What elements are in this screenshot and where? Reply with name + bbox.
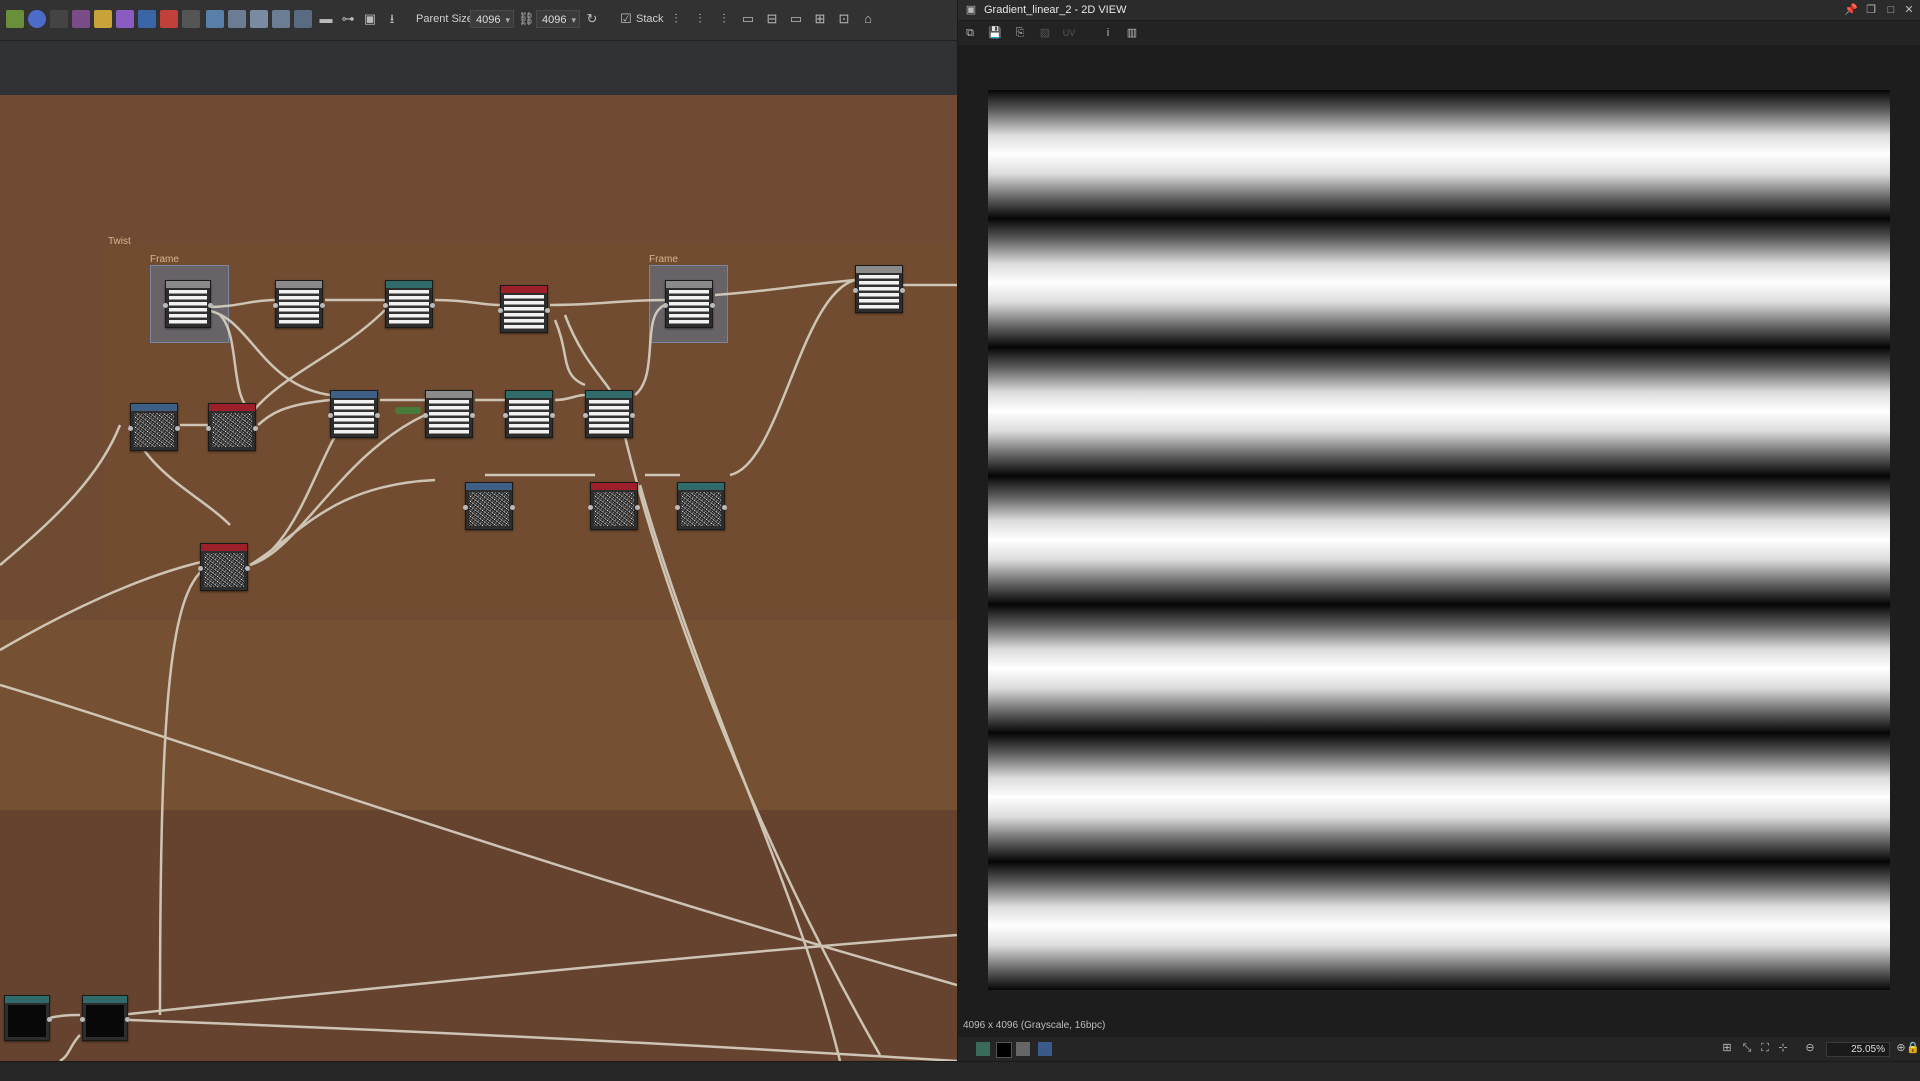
node-noise-blue[interactable] [128, 403, 180, 451]
align-top-icon[interactable]: ⫶ [668, 11, 684, 27]
graph-toolbar: ▬ ⊶ ▣ ⭳ Parent Size: 4096 ⛓ 4096 ↻ ☑ Sta… [0, 0, 957, 41]
view-title: Gradient_linear_2 - 2D VIEW [984, 4, 1127, 16]
node-bottom-dark-1[interactable] [4, 995, 52, 1041]
node-noise-red-3[interactable] [198, 543, 250, 591]
node-noise-blue-2[interactable] [463, 482, 515, 530]
align-center-icon[interactable]: ⫶ [692, 11, 708, 27]
node-blend-3[interactable] [423, 390, 475, 438]
texture-info: 4096 x 4096 (Grayscale, 16bpc) [963, 1020, 1106, 1031]
node-noise-red[interactable] [206, 403, 258, 451]
layers-icon[interactable] [976, 1042, 990, 1056]
node-warp-2[interactable] [503, 390, 555, 438]
pin-window-icon[interactable]: 📌 [1844, 3, 1858, 17]
copy-icon[interactable]: ⎘ [1013, 26, 1027, 40]
view-statusbar: ⊞ ⤡ ⛶ ⊹ ⊖ 25.05% ⊕ 🔒 [958, 1037, 1920, 1061]
text-icon[interactable] [116, 10, 134, 28]
zoom-field[interactable]: 25.05% [1826, 1042, 1890, 1057]
view-canvas[interactable] [958, 45, 1920, 1020]
tile-icon[interactable]: ⤡ [1740, 1041, 1754, 1055]
distribute-v-icon[interactable]: ▭ [788, 11, 804, 27]
size-value: 4096 [542, 14, 567, 26]
node-transform-blue[interactable] [328, 390, 380, 438]
arrange-icon[interactable]: ⊡ [836, 11, 852, 27]
2d-view-pane: ▣ Gradient_linear_2 - 2D VIEW 📌 ❐ □ ✕ ⧉ … [958, 0, 1920, 1061]
stack-checkbox[interactable]: ☑ [618, 11, 634, 27]
view-toolbar: ⧉ 💾 ⎘ ▨ UV i ▥ [958, 21, 1920, 45]
node-noise-teal[interactable] [675, 482, 727, 530]
node-warp[interactable] [383, 280, 435, 328]
graph-icon[interactable] [50, 10, 68, 28]
image-bg-icon[interactable] [1038, 1042, 1052, 1056]
distribute-center-icon[interactable]: ⊟ [764, 11, 780, 27]
node-directional-warp[interactable] [583, 390, 635, 438]
fx-icon[interactable] [160, 10, 178, 28]
download-icon[interactable]: ⭳ [384, 11, 400, 27]
snap-icon[interactable]: ⊞ [812, 11, 828, 27]
gradient-texture-preview [988, 90, 1890, 990]
export-icon[interactable]: ▣ [362, 11, 378, 27]
node-red-transform[interactable] [498, 285, 550, 333]
parent-size-value: 4096 [476, 14, 501, 26]
warning-icon[interactable] [94, 10, 112, 28]
black-bg-icon[interactable] [996, 1042, 1012, 1058]
pin-icon[interactable] [250, 10, 268, 28]
cleanup-icon[interactable]: ⌂ [860, 11, 876, 27]
reroute-dot[interactable] [395, 407, 421, 414]
node-noise-red-2[interactable] [588, 482, 640, 530]
distribute-h-icon[interactable]: ▭ [740, 11, 756, 27]
info-icon[interactable]: i [1101, 26, 1115, 40]
center-icon[interactable]: ⊹ [1776, 1041, 1790, 1055]
stack-label: Stack [636, 13, 664, 25]
sphere-icon[interactable] [28, 10, 46, 28]
gray-bg-icon[interactable] [1016, 1042, 1030, 1056]
app-bottom-bar [0, 1061, 1920, 1081]
lock-icon[interactable]: 🔒 [1906, 1041, 1920, 1055]
window-icon: ▣ [965, 4, 977, 16]
transform-icon[interactable] [138, 10, 156, 28]
node-gradient-linear[interactable] [163, 280, 213, 328]
comment-icon[interactable] [228, 10, 246, 28]
zoom-value: 25.05% [1851, 1044, 1885, 1055]
parent-size-select[interactable]: 4096 [470, 10, 514, 29]
node-output[interactable] [853, 265, 905, 313]
connection-wires [0, 278, 957, 1061]
node-blend[interactable] [273, 280, 325, 328]
link-size-icon[interactable]: ⛓ [518, 11, 535, 27]
curve-icon[interactable] [72, 10, 90, 28]
fit-icon[interactable]: ⛶ [1758, 1041, 1772, 1055]
pixel-processor-icon[interactable] [182, 10, 200, 28]
layout-icon[interactable] [272, 10, 290, 28]
save-icon[interactable]: 💾 [988, 26, 1002, 40]
close-icon[interactable]: ✕ [1902, 3, 1916, 17]
reset-icon[interactable]: ↻ [584, 11, 600, 27]
frame-icon[interactable] [206, 10, 224, 28]
zoom-out-icon[interactable]: ⊖ [1803, 1041, 1817, 1055]
maximize-icon[interactable]: □ [1884, 3, 1898, 17]
size-select[interactable]: 4096 [536, 10, 580, 29]
checker-icon[interactable]: ▨ [1038, 26, 1052, 40]
view-titlebar: ▣ Gradient_linear_2 - 2D VIEW 📌 ❐ □ ✕ [958, 0, 1920, 20]
graph-header-strip [0, 41, 957, 95]
link-icon[interactable]: ⊶ [340, 11, 356, 27]
copy-view-icon[interactable]: ⧉ [963, 26, 977, 40]
graph-canvas[interactable]: Twist Frame Frame [0, 95, 957, 1061]
align-bottom-icon[interactable]: ⫶ [716, 11, 732, 27]
grid-icon[interactable]: ⊞ [1720, 1041, 1734, 1055]
display-icon[interactable]: ▬ [318, 11, 334, 27]
restore-icon[interactable]: ❐ [1864, 3, 1878, 17]
histogram-icon[interactable]: ▥ [1125, 26, 1139, 40]
graph-editor-pane: ▬ ⊶ ▣ ⭳ Parent Size: 4096 ⛓ 4096 ↻ ☑ Sta… [0, 0, 957, 1061]
parent-size-label: Parent Size: [416, 13, 476, 25]
node-bottom-dark-2[interactable] [80, 995, 130, 1041]
uv-toggle[interactable]: UV [1058, 26, 1080, 40]
group-icon[interactable] [294, 10, 312, 28]
node-blend-2[interactable] [663, 280, 715, 328]
atomic-nodes-icon[interactable] [6, 10, 24, 28]
